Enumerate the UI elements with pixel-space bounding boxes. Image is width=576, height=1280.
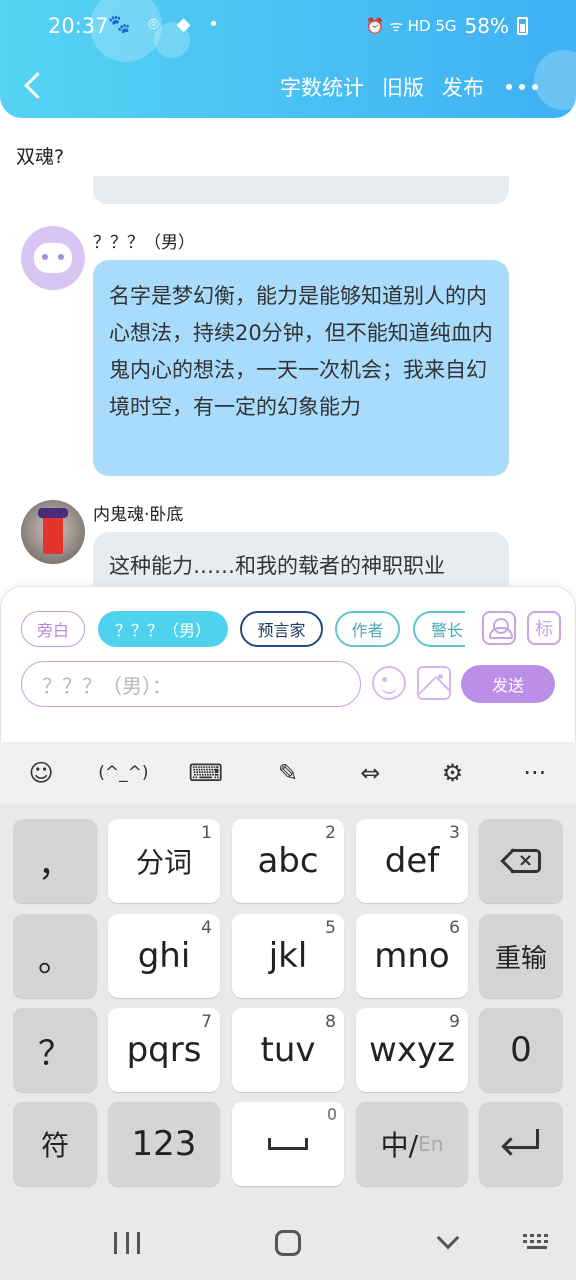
message-bubble[interactable]: 名字是梦幻衡，能力是能够知道别人的内心想法，持续20分钟，但不能知道纯血内鬼内心… [93, 260, 509, 476]
battery-percent: 58% [464, 14, 509, 38]
keyboard-toolbar: ☺ (^_^) ⌨ ✎ ⇔ ⚙ ··· [0, 742, 576, 804]
key-enter[interactable] [479, 1102, 563, 1186]
key-jkl[interactable]: jkl 5 [232, 914, 344, 998]
send-button[interactable]: 发送 [461, 665, 555, 703]
role-chip-unknown-male[interactable]: ？？？（男） [98, 611, 228, 647]
more-icon[interactable] [506, 84, 538, 90]
header-actions: 字数统计 旧版 发布 [280, 72, 484, 102]
message-bubble[interactable]: 这种能力……和我的载者的神职职业 [93, 532, 509, 588]
key-segment[interactable]: 分词 1 [108, 819, 220, 903]
role-chip-author[interactable]: 作者 [335, 611, 400, 647]
key-period[interactable]: 。 [13, 914, 97, 998]
mic-icon [328, 1108, 336, 1120]
key-ghi[interactable]: ghi 4 [108, 914, 220, 998]
key-reinput[interactable]: 重输 [479, 914, 563, 998]
old-version-button[interactable]: 旧版 [382, 72, 424, 102]
handwriting-icon[interactable]: ✎ [258, 759, 318, 787]
backspace-icon: × [500, 847, 541, 875]
sender-name: 内鬼魂·卧底 [93, 505, 184, 525]
avatar[interactable] [21, 500, 85, 564]
keyboard: ， 分词 1 abc 2 def 3 × 。 ghi 4 jkl 5 mno 6 重输 ？ … [0, 804, 576, 1204]
back-arrow-icon[interactable] [20, 70, 50, 104]
key-question[interactable]: ？ [13, 1008, 97, 1092]
emoji-icon[interactable] [372, 666, 406, 700]
chat-area[interactable]: 双魂? ？？？（男） 名字是梦幻衡，能力是能够知道别人的内心想法，持续20分钟，… [0, 118, 576, 588]
word-count-button[interactable]: 字数统计 [280, 72, 364, 102]
status-right: ⏰ ᯤ HD 5G 58% [366, 14, 528, 38]
keyboard-switch-icon[interactable] [523, 1234, 553, 1252]
enter-icon [501, 1129, 541, 1159]
key-abc[interactable]: abc 2 [232, 819, 344, 903]
key-numbers[interactable]: 123 [108, 1102, 220, 1186]
more-dots-icon[interactable]: ··· [505, 759, 565, 787]
key-symbols[interactable]: 符 [13, 1102, 97, 1186]
battery-icon [517, 17, 528, 35]
key-language-switch[interactable]: 中/En [356, 1102, 468, 1186]
previous-bubble [93, 176, 509, 204]
key-backspace[interactable]: × [479, 819, 563, 903]
key-tuv[interactable]: tuv 8 [232, 1008, 344, 1092]
avatar[interactable] [21, 226, 85, 290]
app-header: 20:37 🐾 ⌾ ◆ • ⏰ ᯤ HD 5G 58% 字数统计 旧版 发布 [0, 0, 576, 118]
space-icon [268, 1138, 308, 1150]
message-input[interactable]: ？？？（男）： [21, 661, 361, 707]
previous-message-text: 双魂? [16, 146, 65, 168]
decor-bubble [534, 50, 576, 110]
cursor-move-icon[interactable]: ⇔ [340, 759, 400, 787]
key-zero[interactable]: 0 [479, 1008, 563, 1092]
home-icon[interactable] [275, 1230, 301, 1256]
sender-name: ？？？（男） [93, 233, 195, 253]
key-mno[interactable]: mno 6 [356, 914, 468, 998]
settings-gear-icon[interactable]: ⚙ [423, 759, 483, 787]
key-pqrs[interactable]: pqrs 7 [108, 1008, 220, 1092]
status-bar: 20:37 🐾 ⌾ ◆ • ⏰ ᯤ HD 5G 58% [0, 0, 576, 54]
key-comma[interactable]: ， [13, 819, 97, 903]
role-chip-sheriff[interactable]: 警长 [413, 611, 465, 647]
publish-button[interactable]: 发布 [442, 72, 484, 102]
chat-bubble-face-icon [34, 243, 72, 273]
key-wxyz[interactable]: wxyz 9 [356, 1008, 468, 1092]
keyboard-icon[interactable]: ⌨ [176, 759, 236, 787]
key-space[interactable] [232, 1102, 344, 1186]
recent-apps-icon[interactable] [114, 1232, 140, 1254]
kaomoji-button[interactable]: (^_^) [93, 763, 153, 783]
tag-icon[interactable]: 标 [527, 611, 561, 645]
hide-keyboard-icon[interactable] [436, 1226, 460, 1250]
system-navigation-bar [0, 1204, 576, 1280]
system-status-icons: ⏰ ᯤ HD 5G [365, 17, 457, 35]
image-icon[interactable] [417, 666, 451, 700]
smiley-icon[interactable]: ☺ [11, 759, 71, 787]
role-manage-icon[interactable] [482, 611, 516, 645]
role-chip-narrator[interactable]: 旁白 [21, 611, 85, 647]
role-chip-prophet[interactable]: 预言家 [240, 611, 323, 647]
composer-panel: 旁白 ？？？（男） 预言家 作者 警长 标 ？？？（男）： 发送 [0, 586, 576, 742]
notification-icons: 🐾 ⌾ ◆ • [108, 14, 225, 35]
key-def[interactable]: def 3 [356, 819, 468, 903]
status-time: 20:37 [48, 14, 109, 38]
